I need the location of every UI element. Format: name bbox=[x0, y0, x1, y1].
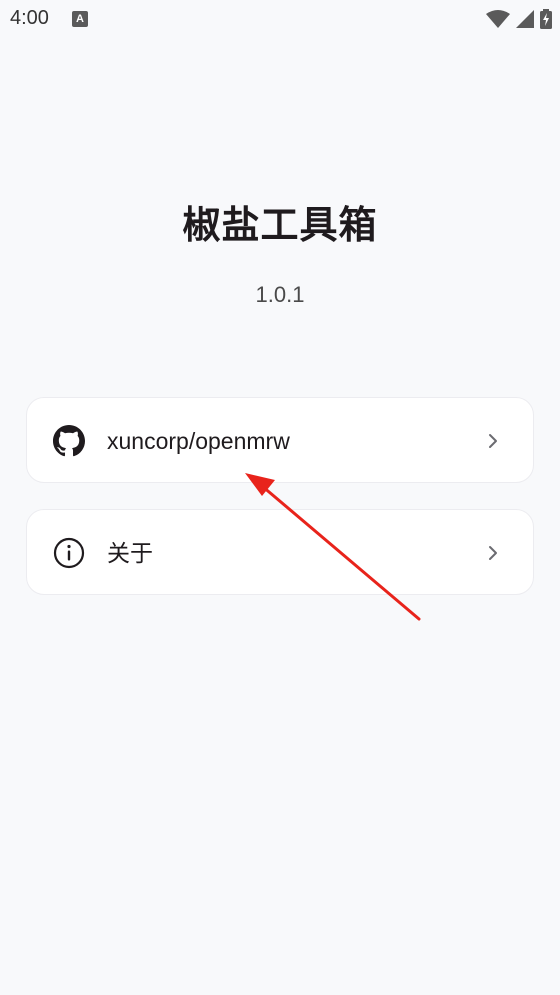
github-icon bbox=[53, 425, 85, 457]
github-repo-item[interactable]: xuncorp/openmrw bbox=[26, 397, 534, 483]
status-time: 4:00 bbox=[10, 7, 49, 29]
battery-charging-icon bbox=[540, 9, 552, 29]
app-title: 椒盐工具箱 bbox=[182, 203, 378, 247]
status-bar: 4:00 A bbox=[0, 0, 560, 38]
notification-icon: A bbox=[72, 11, 88, 27]
chevron-right-icon bbox=[489, 546, 497, 560]
github-repo-label: xuncorp/openmrw bbox=[107, 428, 290, 454]
app-version: 1.0.1 bbox=[255, 282, 305, 307]
about-label: 关于 bbox=[107, 540, 153, 566]
status-icons bbox=[486, 9, 552, 29]
info-icon bbox=[53, 537, 85, 569]
annotation-arrow bbox=[245, 473, 421, 621]
wifi-icon bbox=[486, 10, 510, 28]
cell-signal-icon bbox=[516, 10, 534, 28]
chevron-right-icon bbox=[489, 434, 497, 448]
about-item[interactable]: 关于 bbox=[26, 509, 534, 595]
